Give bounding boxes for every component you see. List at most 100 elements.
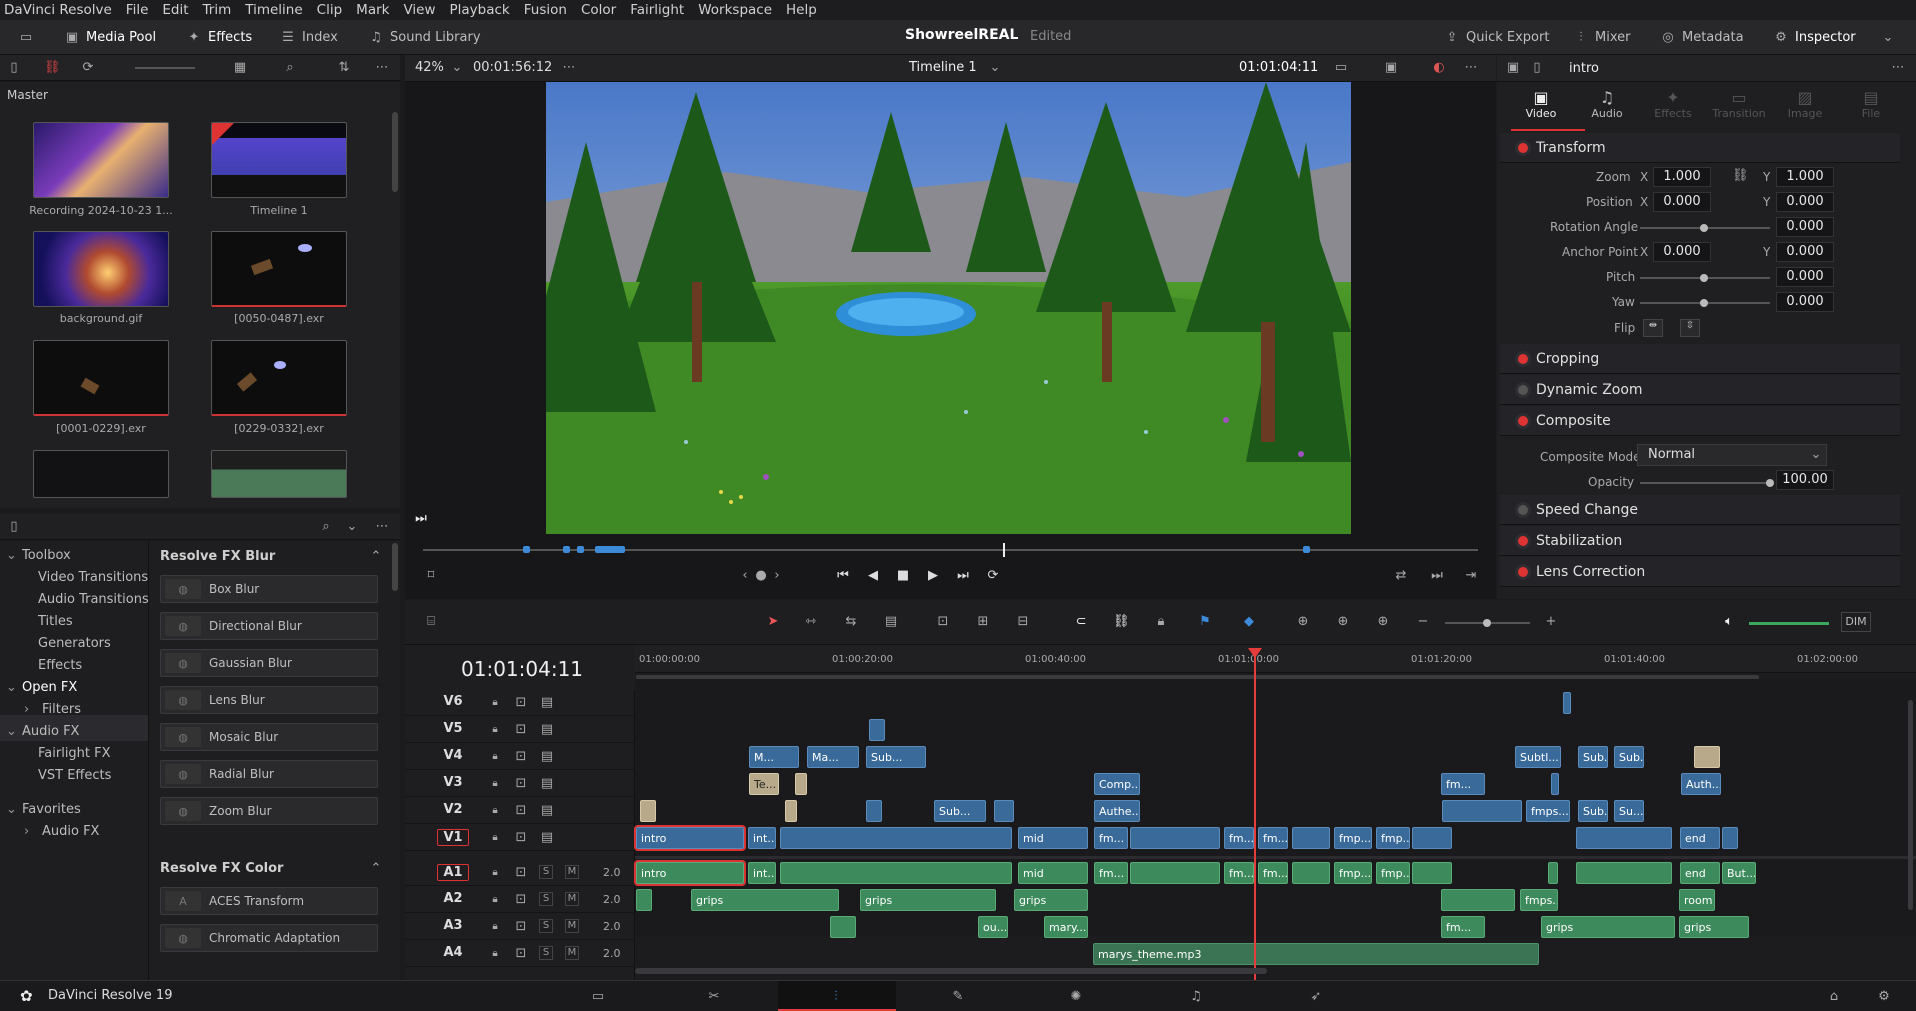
volume-slider[interactable] [1749, 622, 1829, 625]
track-enable-icon[interactable]: ⊡ [513, 749, 529, 765]
media-pool-button[interactable]: ▣ Media Pool [64, 20, 156, 55]
yaw-field[interactable]: 0.000 [1776, 292, 1834, 312]
timeline-clip[interactable] [1722, 827, 1738, 849]
volume-icon[interactable]: 🔈︎ [1721, 614, 1737, 630]
timeline-clip[interactable]: end [1680, 862, 1720, 884]
crop-icon[interactable]: ⌑ [423, 568, 439, 584]
fx-group-blur[interactable]: Resolve FX Blur [160, 549, 275, 564]
tab-effects[interactable]: ✦ Effects [1641, 88, 1705, 128]
chevron-down-icon[interactable]: ⌄ [449, 60, 465, 76]
track-enable-icon[interactable]: ⊡ [513, 803, 529, 819]
position-x-field[interactable]: 0.000 [1653, 192, 1711, 212]
chevron-down-icon[interactable]: ⌄ [344, 519, 360, 535]
timeline-options-icon[interactable]: ⌸ [423, 614, 439, 630]
more-icon[interactable]: ⋯ [374, 60, 390, 76]
menu-file[interactable]: File [119, 2, 156, 18]
timeline-clip[interactable] [830, 916, 856, 938]
section-transform[interactable]: Transform [1500, 133, 1900, 163]
scrubber-playhead[interactable] [1003, 543, 1005, 557]
timeline-clip[interactable]: Sub... [934, 800, 986, 822]
lock-icon[interactable]: 🔒︎ [487, 830, 503, 846]
search-icon[interactable]: ⌕ [318, 519, 334, 535]
effects-button[interactable]: ✦ Effects [186, 20, 253, 55]
chevron-left-icon[interactable]: ‹ [737, 568, 753, 584]
timeline-clip[interactable]: marys_theme.mp3 [1093, 943, 1539, 965]
timeline-clip[interactable]: grips [1541, 916, 1675, 938]
enable-toggle[interactable] [1518, 535, 1528, 546]
index-button[interactable]: ☰ Index [280, 20, 338, 55]
media-thumb-background[interactable] [33, 231, 169, 307]
menu-fairlight[interactable]: Fairlight [623, 2, 691, 18]
marker-icon[interactable]: ◆ [1241, 614, 1257, 630]
reverse-icon[interactable]: ◀ [865, 568, 881, 584]
timeline-clip[interactable] [1442, 800, 1522, 822]
lock-icon[interactable]: 🔒︎ [487, 865, 503, 881]
overwrite-clip-icon[interactable]: ⊞ [975, 614, 991, 630]
section-cropping[interactable]: Cropping [1500, 344, 1900, 374]
timeline-clip[interactable] [866, 800, 882, 822]
chevron-right-icon[interactable]: › [24, 824, 29, 839]
sidebar-toggle-icon[interactable]: ▯ [6, 60, 22, 76]
timeline-clip[interactable] [640, 800, 656, 822]
track-enable-icon[interactable]: ⊡ [513, 892, 529, 908]
chevron-up-icon[interactable]: ⌃ [368, 861, 384, 877]
timeline-clip[interactable]: fm... [1258, 862, 1288, 884]
timeline-clip[interactable]: mid [1018, 862, 1088, 884]
timeline-clip[interactable]: fm... [1224, 827, 1254, 849]
menu-app[interactable]: DaVinci Resolve [0, 2, 119, 18]
lock-icon[interactable]: 🔒︎ [487, 695, 503, 711]
lock-icon[interactable]: 🔒︎ [487, 803, 503, 819]
timeline-clip[interactable] [780, 827, 1012, 849]
timeline-clip[interactable] [1576, 827, 1672, 849]
menu-clip[interactable]: Clip [310, 2, 350, 18]
dot-icon[interactable]: ● [753, 568, 769, 584]
track-name[interactable]: V5 [437, 721, 469, 736]
metadata-button[interactable]: ◎ Metadata [1660, 20, 1743, 55]
timeline-clip[interactable]: grips [1679, 916, 1749, 938]
tab-image[interactable]: ▨ Image [1773, 88, 1837, 128]
play-icon[interactable]: ▶ [925, 568, 941, 584]
lock-icon[interactable]: 🔒︎ [487, 749, 503, 765]
timeline-clip[interactable]: Sub... [1578, 746, 1608, 768]
next-edit-icon[interactable]: ⏭ [1429, 568, 1445, 584]
fx-tree-item[interactable]: Audio Transitions [38, 592, 149, 607]
insert-clip-icon[interactable]: ⊡ [935, 614, 951, 630]
timeline-clip[interactable]: M... [749, 746, 799, 768]
timeline-clip[interactable] [1412, 862, 1452, 884]
chevron-down-icon[interactable]: ⌄ [6, 548, 17, 563]
timeline-clip[interactable] [1130, 862, 1220, 884]
sound-library-button[interactable]: ♫ Sound Library [368, 20, 480, 55]
media-thumb-timeline[interactable] [211, 122, 347, 198]
fx-tree-item[interactable]: Audio FX [42, 824, 99, 839]
timeline-clip[interactable] [1441, 889, 1515, 911]
track-enable-icon[interactable]: ⊡ [513, 919, 529, 935]
anchor-x-field[interactable]: 0.000 [1653, 242, 1711, 262]
flag-icon[interactable]: ⚑ [1197, 614, 1213, 630]
playhead-handle[interactable] [1248, 648, 1262, 658]
section-lens-correction[interactable]: Lens Correction [1500, 557, 1900, 587]
fx-item-gaussian-blur[interactable]: ◍ Gaussian Blur [160, 649, 378, 677]
fx-item-directional-blur[interactable]: ◍ Directional Blur [160, 612, 378, 640]
tab-file[interactable]: ▤ File [1839, 88, 1903, 128]
timeline-clip[interactable] [994, 800, 1014, 822]
fx-item-chromatic-adaptation[interactable]: ◍ Chromatic Adaptation [160, 924, 378, 952]
solo-button[interactable]: S [539, 946, 553, 960]
timeline-clip[interactable]: grips [691, 889, 839, 911]
menu-workspace[interactable]: Workspace [691, 2, 779, 18]
fx-item-zoom-blur[interactable]: ◍ Zoom Blur [160, 797, 378, 825]
track-enable-icon[interactable]: ⊡ [513, 865, 529, 881]
timeline-clip[interactable] [780, 862, 1012, 884]
timeline-clip[interactable] [636, 889, 652, 911]
track-name[interactable]: A1 [437, 864, 469, 881]
media-thumb-exr2[interactable] [33, 340, 169, 416]
mute-button[interactable]: M [565, 946, 579, 960]
selection-tool-icon[interactable]: ➤ [765, 614, 781, 630]
zoom-detail-icon[interactable]: ⊕ [1335, 614, 1351, 630]
rotation-field[interactable]: 0.000 [1776, 217, 1834, 237]
section-dynamic-zoom[interactable]: Dynamic Zoom [1500, 375, 1900, 405]
enable-toggle[interactable] [1518, 142, 1528, 153]
timeline-clip[interactable]: Subtl... [1515, 746, 1561, 768]
timeline-clip[interactable]: Sub... [866, 746, 926, 768]
fx-item-mosaic-blur[interactable]: ◍ Mosaic Blur [160, 723, 378, 751]
grid-view-icon[interactable]: ▦ [232, 60, 248, 76]
